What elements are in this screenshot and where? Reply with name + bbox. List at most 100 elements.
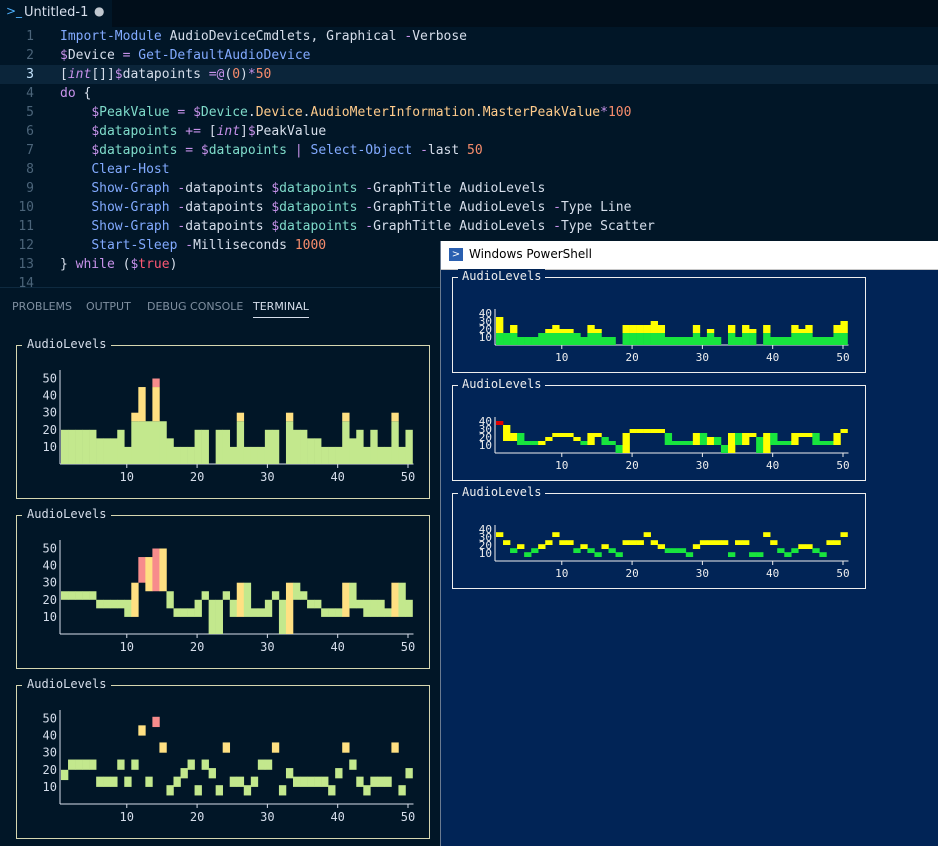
line-segment — [706, 437, 715, 445]
line-segment — [601, 437, 609, 445]
bar — [103, 438, 111, 464]
line-segment — [103, 599, 111, 609]
scatter-point — [124, 776, 132, 787]
line-segment — [215, 599, 223, 634]
line-segment — [292, 582, 301, 600]
y-tick-label: 50 — [43, 372, 57, 386]
line-segment — [566, 433, 574, 437]
code-text: $datapoints = $datapoints | Select-Objec… — [91, 143, 483, 158]
editor-tab-bar: >_ Untitled-1 ● — [0, 0, 938, 27]
bar — [342, 421, 350, 464]
line-segment — [650, 429, 658, 433]
line-number: 4 — [26, 86, 34, 101]
terminal[interactable]: 10 20 30 40 50 10 20 30 40 50 AudioLevels 10 20 30 40 5… — [0, 325, 440, 846]
line-number: 12 — [18, 238, 34, 253]
tab-terminal[interactable]: TERMINAL — [253, 300, 309, 318]
line-segment — [131, 582, 139, 617]
bar — [587, 325, 595, 333]
line-segment — [770, 433, 778, 445]
x-tick-label: 30 — [696, 567, 709, 580]
tab-output[interactable]: OUTPUT — [86, 300, 131, 313]
x-tick-label: 20 — [625, 567, 638, 580]
powershell-titlebar[interactable]: > Windows PowerShell — [441, 241, 938, 270]
bar — [496, 333, 504, 345]
line-segment — [314, 599, 322, 609]
bar — [833, 325, 841, 333]
line-segment — [391, 582, 399, 617]
scatter-point — [643, 532, 651, 537]
bar — [243, 446, 252, 464]
line-segment — [398, 582, 406, 617]
scatter-point — [243, 785, 252, 796]
scatter-point — [96, 776, 104, 787]
code-line[interactable]: 3 [int[]]$datapoints =@(0)*50 — [0, 65, 938, 84]
line-segment — [742, 433, 750, 445]
x-tick-label: 30 — [260, 810, 274, 824]
bar — [657, 325, 666, 333]
line-segment — [559, 433, 567, 437]
y-tick-label: 10 — [43, 440, 57, 454]
bar — [145, 421, 153, 464]
bar — [201, 429, 209, 464]
y-tick-label: 40 — [43, 559, 57, 573]
code-line[interactable]: 8 Clear-Host — [0, 160, 938, 179]
bar — [706, 333, 715, 345]
scatter-point — [826, 540, 834, 545]
scatter-point — [763, 532, 771, 537]
chart-box: 10 20 30 40 10 20 30 40 50 — [452, 493, 866, 589]
scatter-point — [349, 759, 357, 770]
code-line[interactable]: 7 $datapoints = $datapoints | Select-Obj… — [0, 141, 938, 160]
bar — [391, 421, 399, 464]
bar — [356, 429, 364, 464]
tab-untitled-1[interactable]: >_ Untitled-1 ● — [0, 0, 112, 27]
bar — [285, 412, 294, 422]
scatter-point — [791, 548, 799, 553]
bar — [96, 438, 104, 464]
unsaved-dot-icon[interactable]: ● — [94, 4, 104, 18]
scatter-point — [756, 552, 764, 557]
code-line[interactable]: 9 Show-Graph -datapoints $datapoints -Gr… — [0, 179, 938, 198]
chart-title: AudioLevels — [458, 269, 546, 283]
chart-box: 10 20 30 40 50 10 20 30 40 50 — [16, 345, 430, 499]
bar — [257, 446, 266, 464]
bar — [377, 446, 385, 464]
bar — [89, 429, 97, 464]
x-tick-label: 30 — [260, 640, 274, 654]
scatter-point — [770, 540, 778, 545]
tab-problems[interactable]: PROBLEMS — [12, 300, 72, 313]
code-line[interactable]: 1 Import-Module AudioDeviceCmdlets, Graph… — [0, 27, 938, 46]
scatter-point — [222, 742, 231, 753]
bar — [342, 412, 350, 422]
x-tick-label: 10 — [120, 640, 134, 654]
code-line[interactable]: 2 $Device = Get-DefaultAudioDevice — [0, 46, 938, 65]
scatter-point — [524, 552, 532, 557]
scatter-point — [805, 544, 813, 549]
scatter-point — [117, 759, 125, 770]
x-tick-label: 20 — [625, 351, 638, 364]
x-tick-label: 20 — [190, 810, 204, 824]
code-line[interactable]: 4 do { — [0, 84, 938, 103]
bar — [398, 446, 406, 464]
code-line[interactable]: 6 $datapoints += [int]$PeakValue — [0, 122, 938, 141]
x-tick-label: 30 — [696, 459, 709, 472]
line-segment — [805, 433, 813, 437]
tab-debug-console[interactable]: DEBUG CONSOLE — [147, 300, 243, 313]
line-segment — [89, 591, 97, 600]
code-line[interactable]: 11 Show-Graph -datapoints $datapoints -G… — [0, 217, 938, 236]
code-text: $Device = Get-DefaultAudioDevice — [60, 48, 311, 63]
window-title: Windows PowerShell — [469, 247, 592, 261]
powershell-window[interactable]: > Windows PowerShell 10 20 30 40 10 20 30 40 50 A… — [440, 241, 938, 846]
scatter-point — [608, 548, 616, 553]
bar — [131, 412, 139, 422]
line-segment — [573, 437, 581, 441]
bar — [229, 446, 238, 464]
panel-tabs: PROBLEMS OUTPUT DEBUG CONSOLE TERMINAL — [0, 297, 440, 319]
scatter-point — [573, 548, 581, 553]
line-segment — [713, 437, 722, 445]
code-line[interactable]: 10 Show-Graph -datapoints $datapoints -G… — [0, 198, 938, 217]
bar — [566, 333, 574, 345]
scatter-point — [749, 552, 757, 557]
scatter-point — [215, 785, 223, 796]
line-segment — [159, 548, 167, 592]
code-line[interactable]: 5 $PeakValue = $Device.Device.AudioMeter… — [0, 103, 938, 122]
